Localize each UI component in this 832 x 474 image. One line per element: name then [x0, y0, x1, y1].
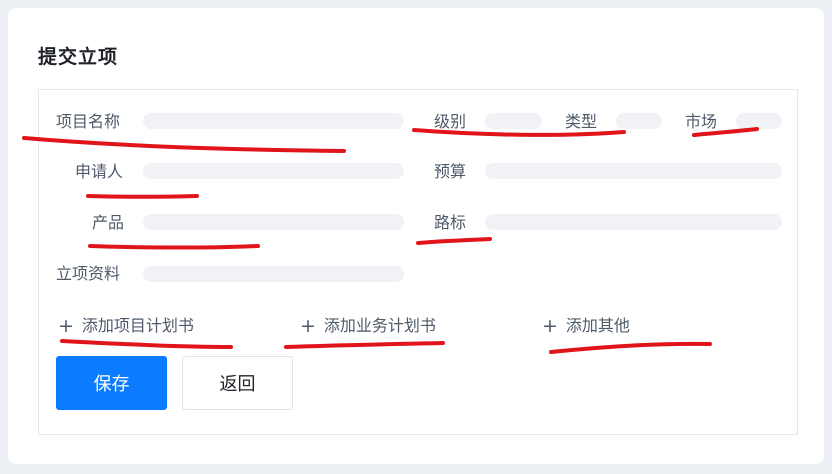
- materials-label: 立项资料: [56, 264, 121, 283]
- back-button[interactable]: 返回: [182, 356, 293, 410]
- budget-label: 预算: [434, 162, 467, 181]
- applicant-field[interactable]: [143, 163, 404, 179]
- add-project-plan-label: 添加项目计划书: [81, 316, 194, 335]
- roadmap-label: 路标: [434, 213, 467, 232]
- add-other-label: 添加其他: [565, 316, 630, 335]
- product-field[interactable]: [143, 214, 404, 230]
- level-label: 级别: [434, 112, 467, 131]
- add-business-plan-link[interactable]: + 添加业务计划书: [300, 313, 436, 337]
- page-title: 提交立项: [38, 46, 119, 68]
- product-label: 产品: [92, 213, 125, 232]
- add-project-plan-link[interactable]: + 添加项目计划书: [58, 313, 194, 337]
- materials-field[interactable]: [143, 266, 404, 282]
- market-field[interactable]: [736, 113, 782, 129]
- add-business-plan-label: 添加业务计划书: [323, 316, 436, 335]
- roadmap-field[interactable]: [485, 214, 782, 230]
- project-name-label: 项目名称: [56, 112, 121, 131]
- add-other-link[interactable]: + 添加其他: [542, 313, 630, 337]
- project-name-field[interactable]: [143, 113, 404, 129]
- budget-field[interactable]: [485, 163, 782, 179]
- type-field[interactable]: [616, 113, 662, 129]
- plus-icon: +: [300, 315, 316, 337]
- applicant-label: 申请人: [75, 162, 124, 181]
- save-button[interactable]: 保存: [56, 356, 167, 410]
- level-field[interactable]: [485, 113, 542, 129]
- plus-icon: +: [542, 315, 558, 337]
- type-label: 类型: [565, 112, 598, 131]
- market-label: 市场: [685, 112, 718, 131]
- plus-icon: +: [58, 315, 74, 337]
